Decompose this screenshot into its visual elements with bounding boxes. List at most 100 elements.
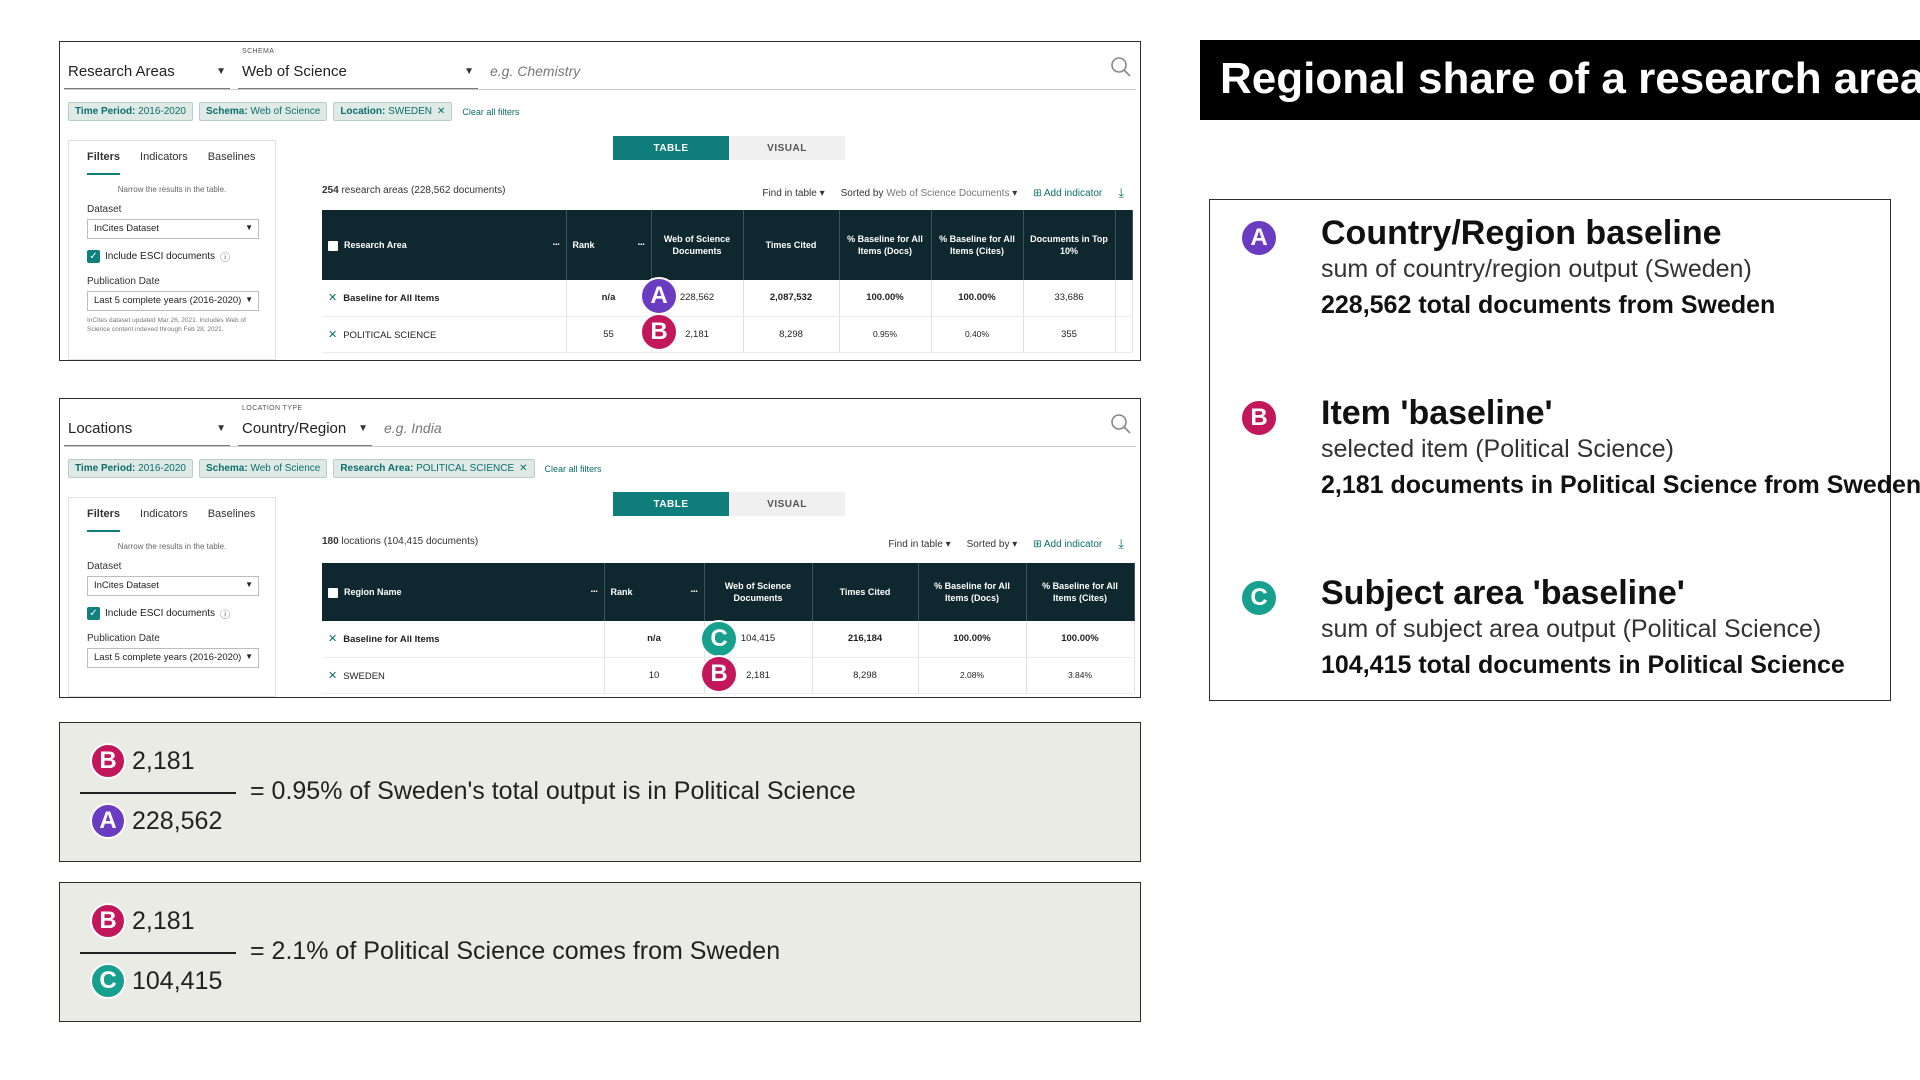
chip-time-period[interactable]: Time Period: 2016-2020: [68, 459, 193, 478]
row-rank: 10: [604, 657, 705, 694]
view-toggle: TABLE VISUAL: [613, 492, 845, 516]
marker-c-badge: C: [1240, 579, 1278, 617]
row-times-cited[interactable]: 8,298: [743, 316, 840, 353]
find-in-table-button[interactable]: Find in table ▾: [888, 539, 950, 550]
tab-filters[interactable]: Filters: [87, 508, 121, 532]
publication-date-label: Publication Date: [87, 633, 160, 644]
marker-a-badge: A: [90, 803, 126, 839]
column-header-documents[interactable]: Web of Science Documents: [651, 210, 744, 280]
column-header-times-cited[interactable]: Times Cited: [743, 210, 840, 280]
close-icon[interactable]: ✕: [519, 463, 527, 474]
download-icon[interactable]: ⤓: [1118, 185, 1124, 201]
tab-filters[interactable]: Filters: [87, 151, 121, 175]
chip-schema[interactable]: Schema: Web of Science: [199, 459, 328, 478]
schema-select[interactable]: SCHEMA Web of Science ▼: [238, 45, 478, 89]
row-name: ✕ SWEDEN: [322, 657, 605, 694]
chip-time-period[interactable]: Time Period: 2016-2020: [68, 102, 193, 121]
clear-all-filters-link[interactable]: Clear all filters: [462, 107, 519, 117]
dataset-select[interactable]: InCites Dataset ▼: [87, 576, 259, 596]
visual-view-button[interactable]: VISUAL: [729, 492, 845, 516]
search-input[interactable]: e.g. Chemistry: [478, 45, 1106, 89]
location-type-select[interactable]: LOCATION TYPE Country/Region ▼: [238, 402, 372, 446]
schema-select-label: Web of Science: [242, 63, 347, 80]
legend-subtitle: sum of subject area output (Political Sc…: [1321, 615, 1822, 643]
entity-select[interactable]: Research Areas ▼: [64, 45, 230, 89]
row-top10[interactable]: 355: [1023, 316, 1116, 353]
table-view-button[interactable]: TABLE: [613, 136, 729, 160]
filters-sidebar: Filters Indicators Baselines Narrow the …: [68, 140, 276, 360]
tab-baselines[interactable]: Baselines: [208, 508, 256, 532]
view-toggle: TABLE VISUAL: [613, 136, 845, 160]
table-view-button[interactable]: TABLE: [613, 492, 729, 516]
esci-checkbox[interactable]: ✓ Include ESCI documents ⓘ: [87, 249, 275, 264]
close-icon[interactable]: ✕: [328, 329, 337, 341]
marker-b-badge: B: [1240, 399, 1278, 437]
legend-subtitle: sum of country/region output (Sweden): [1321, 255, 1752, 283]
select-all-checkbox[interactable]: [328, 587, 338, 598]
info-icon[interactable]: ⓘ: [220, 249, 230, 264]
column-header-baseline-cites[interactable]: % Baseline for All Items (Cites): [1026, 563, 1135, 621]
column-header-times-cited[interactable]: Times Cited: [812, 563, 919, 621]
tab-baselines[interactable]: Baselines: [208, 151, 256, 175]
row-baseline-docs: 100.00%: [839, 280, 932, 317]
add-indicator-button[interactable]: ⊞ Add indicator: [1033, 188, 1102, 199]
row-top10[interactable]: 33,686: [1023, 280, 1116, 317]
filter-chips: Time Period: 2016-2020 Schema: Web of Sc…: [68, 102, 519, 121]
sort-menu[interactable]: Sorted by ▾: [967, 539, 1018, 550]
result-count: 254 research areas (228,562 documents): [322, 185, 506, 196]
column-header-baseline-cites[interactable]: % Baseline for All Items (Cites): [931, 210, 1024, 280]
column-header-baseline-docs[interactable]: % Baseline for All Items (Docs): [918, 563, 1027, 621]
column-header-top10[interactable]: Documents in Top 10%: [1023, 210, 1116, 280]
close-icon[interactable]: ✕: [328, 292, 337, 304]
close-icon[interactable]: ✕: [328, 633, 337, 645]
table-row[interactable]: ✕ POLITICAL SCIENCE 55 2,181 8,298 0.95% …: [322, 316, 1133, 353]
visual-view-button[interactable]: VISUAL: [729, 136, 845, 160]
column-header-name[interactable]: Research Area ···: [322, 210, 567, 280]
column-header-documents[interactable]: Web of Science Documents: [704, 563, 813, 621]
row-baseline-cites: 0.40%: [931, 316, 1024, 353]
add-indicator-button[interactable]: ⊞ Add indicator: [1033, 539, 1102, 550]
download-icon[interactable]: ⤓: [1118, 536, 1124, 552]
formula-sweden-share: B 2,181 A 228,562 = 0.95% of Sweden's to…: [59, 722, 1141, 862]
chip-research-area[interactable]: Research Area: POLITICAL SCIENCE ✕: [333, 459, 535, 478]
chip-schema[interactable]: Schema: Web of Science: [199, 102, 328, 121]
column-header-rank[interactable]: Rank ···: [604, 563, 705, 621]
close-icon[interactable]: ✕: [437, 106, 445, 117]
tab-indicators[interactable]: Indicators: [140, 508, 188, 532]
find-in-table-button[interactable]: Find in table ▾: [762, 188, 824, 199]
entity-select-label: Locations: [68, 420, 133, 437]
schema-caption: SCHEMA: [242, 48, 275, 55]
row-times-cited[interactable]: 8,298: [812, 657, 919, 694]
search-bar: Research Areas ▼ SCHEMA Web of Science ▼…: [64, 46, 1136, 90]
search-input[interactable]: e.g. India: [372, 402, 1106, 446]
entity-select[interactable]: Locations ▼: [64, 402, 230, 446]
column-header-name[interactable]: Region Name ···: [322, 563, 605, 621]
results-table: Research Area ··· Rank ··· Web of Science …: [322, 210, 1133, 353]
marker-b-badge: B: [700, 655, 738, 693]
publication-date-select[interactable]: Last 5 complete years (2016-2020) ▼: [87, 648, 259, 668]
column-header-rank[interactable]: Rank ···: [566, 210, 652, 280]
fraction-line: [80, 792, 236, 794]
tab-indicators[interactable]: Indicators: [140, 151, 188, 175]
formula-denominator: C 104,415: [90, 963, 222, 999]
chevron-down-icon: ▼: [245, 223, 253, 232]
search-icon[interactable]: [1106, 45, 1136, 89]
chip-location[interactable]: Location: SWEDEN ✕: [333, 102, 453, 121]
close-icon[interactable]: ✕: [328, 670, 337, 682]
select-all-checkbox[interactable]: [328, 240, 338, 251]
formula-numerator: B 2,181: [90, 743, 195, 779]
column-header-baseline-docs[interactable]: % Baseline for All Items (Docs): [839, 210, 932, 280]
table-row[interactable]: ✕ Baseline for All Items n/a 228,562 2,08…: [322, 280, 1133, 317]
search-icon[interactable]: [1106, 402, 1136, 446]
row-baseline-docs: 2.08%: [918, 657, 1027, 694]
filters-hint: Narrow the results in the table.: [117, 542, 227, 551]
sort-menu[interactable]: Sorted by Web of Science Documents ▾: [841, 188, 1018, 199]
dataset-select[interactable]: InCites Dataset ▼: [87, 219, 259, 239]
esci-checkbox[interactable]: ✓ Include ESCI documents ⓘ: [87, 606, 275, 621]
publication-date-select[interactable]: Last 5 complete years (2016-2020) ▼: [87, 291, 259, 311]
dataset-update-note: InCites dataset updated Mar 26, 2021. In…: [87, 317, 246, 333]
denominator-value: 228,562: [132, 806, 223, 835]
info-icon[interactable]: ⓘ: [220, 606, 230, 621]
row-name: ✕ POLITICAL SCIENCE: [322, 316, 567, 353]
clear-all-filters-link[interactable]: Clear all filters: [545, 464, 602, 474]
